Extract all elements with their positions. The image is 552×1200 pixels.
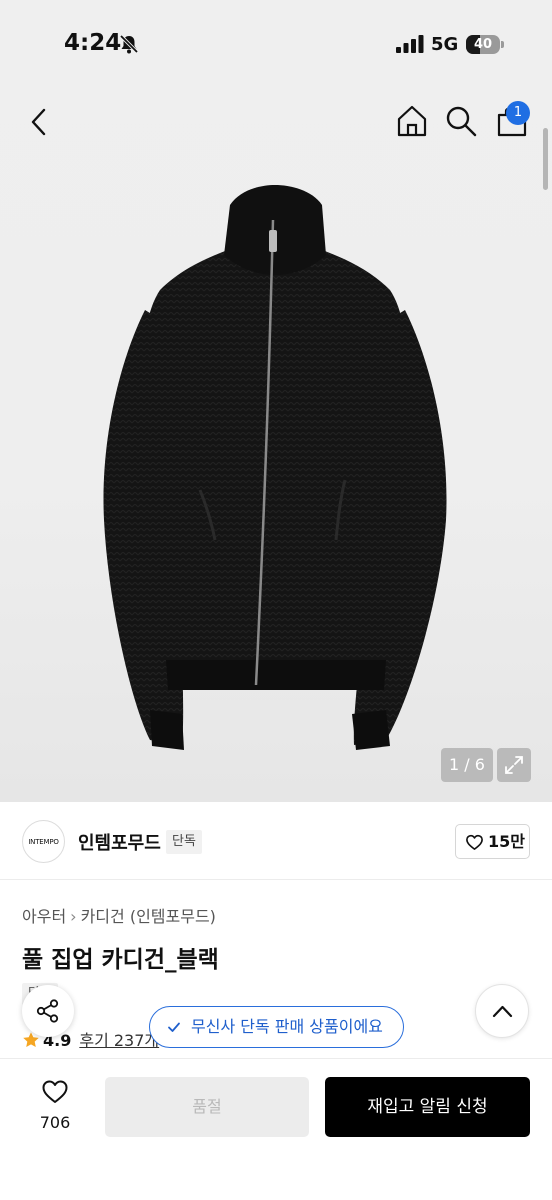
exclusive-tag: 단독: [166, 830, 202, 854]
home-icon[interactable]: [394, 103, 430, 139]
review-link[interactable]: 후기 237개: [79, 1031, 159, 1050]
scroll-top-button[interactable]: [475, 984, 529, 1038]
heart-icon: [466, 834, 483, 850]
brand-logo[interactable]: INTEMPO: [22, 820, 65, 863]
restock-alert-button[interactable]: 재입고 알림 신청: [325, 1077, 530, 1137]
exclusive-toast: 무신사 단독 판매 상품이에요: [149, 1006, 404, 1048]
battery-level: 40: [473, 37, 493, 52]
network-type: 5G: [431, 34, 459, 55]
wishlist-count: 706: [39, 1113, 71, 1132]
brand-row: INTEMPO 인템포무드 단독 15만: [0, 802, 552, 880]
soldout-button[interactable]: 품절: [105, 1077, 309, 1137]
scrollbar[interactable]: [543, 128, 548, 190]
wishlist-button[interactable]: 706: [24, 1079, 86, 1137]
brand-name[interactable]: 인템포무드: [78, 829, 161, 855]
image-counter: 1 / 6: [441, 748, 493, 782]
search-icon[interactable]: [444, 104, 478, 138]
chevron-up-icon: [492, 1005, 513, 1018]
brand-like-button[interactable]: 15만: [455, 824, 530, 859]
product-image[interactable]: [90, 180, 460, 770]
back-icon[interactable]: [24, 104, 56, 140]
cart-count-badge: 1: [506, 101, 530, 125]
toast-text: 무신사 단독 판매 상품이에요: [191, 1017, 383, 1036]
expand-icon[interactable]: [497, 748, 531, 782]
share-icon: [36, 999, 59, 1023]
check-icon: [168, 1022, 180, 1032]
product-title: 풀 집업 카디건_블랙: [22, 947, 219, 973]
brand-like-count: 15만: [488, 832, 525, 851]
chevron-right-icon: ›: [70, 907, 77, 926]
breadcrumb-item[interactable]: 아우터: [22, 903, 66, 927]
battery-icon: 40: [466, 35, 504, 54]
breadcrumb-item[interactable]: 카디건 (인템포무드): [81, 903, 216, 927]
share-button[interactable]: [22, 985, 74, 1037]
status-bar: 4:24 5G 40: [0, 0, 552, 90]
status-time: 4:24: [64, 30, 122, 56]
bell-muted-icon: [119, 34, 139, 54]
breadcrumb: 아우터 › 카디건 (인템포무드): [22, 903, 216, 927]
heart-icon: [42, 1080, 68, 1103]
bottom-action-bar: 706 품절 재입고 알림 신청: [0, 1058, 552, 1200]
signal-icon: [396, 35, 424, 53]
